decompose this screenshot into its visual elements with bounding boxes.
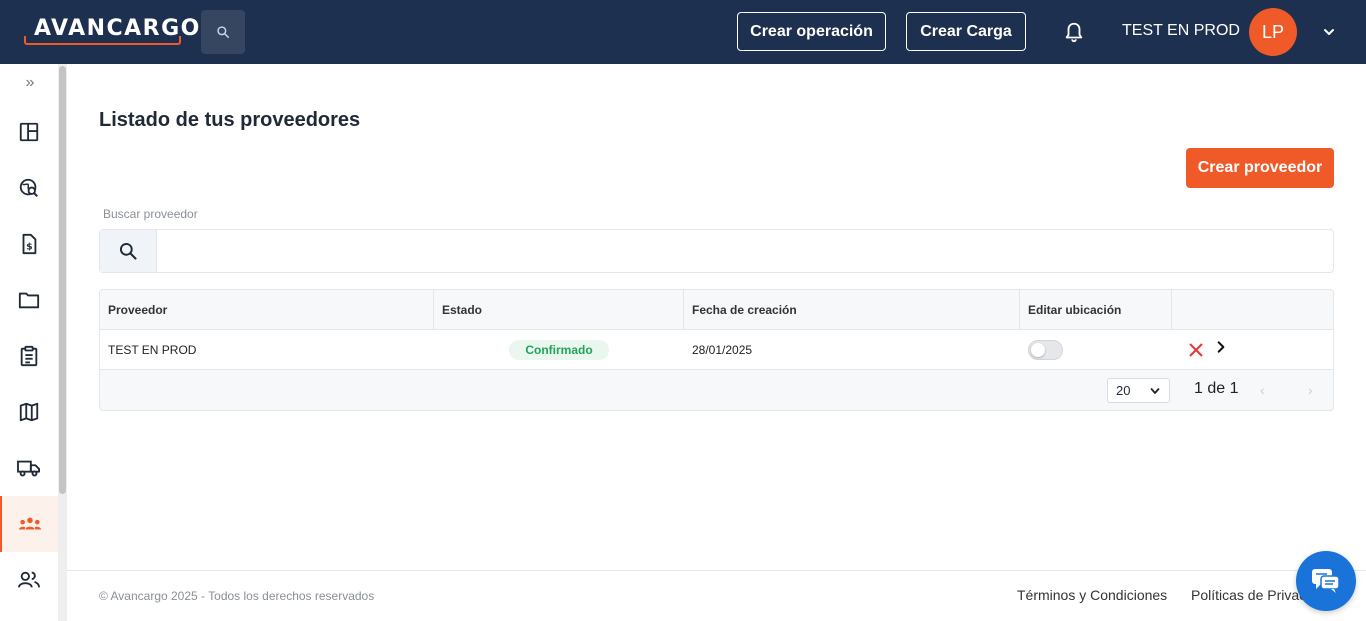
search-icon [119,242,137,260]
providers-table: Proveedor Estado Fecha de creación Edita… [99,289,1334,411]
truck-icon [17,460,40,477]
chevron-right-icon[interactable] [1214,340,1228,354]
chat-button[interactable] [1296,551,1356,611]
providers-icon [19,517,41,530]
sidebar-item-dashboard[interactable] [0,104,58,160]
sidebar-item-map[interactable] [0,384,58,440]
column-header-actions [1172,290,1333,330]
sidebar-item-invoices[interactable]: $ [0,216,58,272]
user-name[interactable]: TEST EN PROD [1122,22,1240,40]
clipboard-icon [20,345,38,367]
cell-proveedor: TEST EN PROD [108,343,197,357]
sidebar-item-providers[interactable] [0,496,58,552]
create-operation-button[interactable]: Crear operación [737,12,886,51]
prev-page-button[interactable]: ‹ [1260,382,1274,398]
chat-icon [1312,569,1340,593]
table-header: Proveedor Estado Fecha de creación Edita… [100,290,1333,330]
column-header-editar-ubicacion[interactable]: Editar ubicación [1020,290,1172,330]
global-search-button[interactable] [201,10,245,54]
top-navbar: AVANCARGO Crear operación Crear Carga TE… [0,0,1366,64]
sidebar-item-documents[interactable] [0,272,58,328]
cell-editar-ubicacion [1020,330,1172,370]
svg-text:$: $ [26,242,32,253]
globe-search-icon [19,178,38,197]
chevron-down-icon[interactable] [1320,24,1338,40]
sidebar-item-fleet[interactable] [0,440,58,496]
pagination: 20 1 de 1 ‹ › [100,370,1333,410]
search-addon [100,230,157,272]
column-header-estado[interactable]: Estado [434,290,684,330]
avancargo-logo[interactable]: AVANCARGO [24,14,199,46]
sidebar-item-tracking[interactable] [0,160,58,216]
expand-sidebar-icon[interactable]: » [22,74,38,94]
delete-icon[interactable] [1188,342,1204,358]
edit-location-toggle[interactable] [1028,340,1063,360]
footer: © Avancargo 2025 - Todos los derechos re… [67,570,1366,621]
cell-estado: Confirmado [434,330,684,370]
next-page-button[interactable]: › [1308,382,1322,398]
page-info: 1 de 1 [1194,380,1239,397]
avatar[interactable]: LP [1249,8,1297,56]
table-row[interactable]: TEST EN PROD Confirmado 28/01/2025 [100,330,1333,370]
search-label: Buscar proveedor [103,207,198,221]
column-header-fecha[interactable]: Fecha de creación [684,290,1020,330]
sidebar-item-tasks[interactable] [0,328,58,384]
chevron-down-icon [1150,388,1160,394]
create-provider-button[interactable]: Crear proveedor [1186,148,1334,188]
terms-link[interactable]: Términos y Condiciones [1017,587,1167,603]
bell-icon[interactable] [1063,20,1085,44]
map-icon [19,402,39,422]
dashboard-icon [19,122,39,142]
column-header-proveedor[interactable]: Proveedor [100,290,434,330]
search-input[interactable] [158,230,1333,272]
logo-underline [24,36,181,45]
page-size-select[interactable]: 20 [1107,378,1170,403]
sidebar-scrollbar-thumb[interactable] [59,66,66,494]
search-field [99,229,1334,273]
page-title: Listado de tus proveedores [99,109,361,131]
users-icon [18,571,40,588]
sidebar-item-users[interactable] [0,552,58,608]
page-size-value: 20 [1116,383,1131,398]
status-badge: Confirmado [509,340,609,360]
copyright: © Avancargo 2025 - Todos los derechos re… [99,589,375,603]
toggle-knob [1031,343,1045,357]
create-load-button[interactable]: Crear Carga [906,12,1026,51]
folder-icon [18,292,40,309]
search-icon [217,26,229,38]
cell-fecha: 28/01/2025 [692,343,753,357]
cell-actions [1172,330,1333,370]
invoice-icon: $ [22,233,37,255]
